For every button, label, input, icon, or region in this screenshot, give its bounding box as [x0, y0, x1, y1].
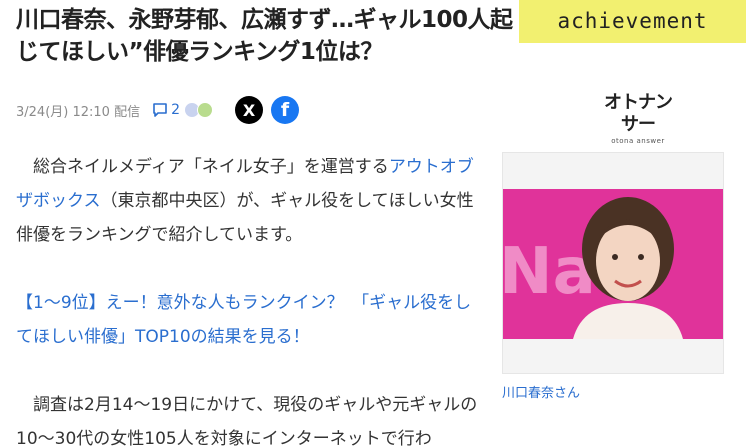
facebook-logo-icon: f: [280, 99, 290, 121]
share-facebook-button[interactable]: f: [271, 96, 299, 124]
publisher-logo-mark: オトナンサー: [604, 92, 673, 135]
publisher-logo[interactable]: オトナンサー otona answer: [602, 92, 674, 145]
comment-link[interactable]: 2: [152, 102, 180, 118]
headline-line-1: 川口春奈、永野芽郁、広瀬すず…ギャル100人起: [16, 7, 513, 33]
x-logo-icon: X: [242, 100, 256, 120]
share-x-button[interactable]: X: [235, 96, 263, 124]
achievement-badge: achievement: [519, 0, 746, 43]
article-headline: 川口春奈、永野芽郁、広瀬すず…ギャル100人起 じてほしい”俳優ランキング1位は…: [16, 4, 536, 68]
photo-caption: 川口春奈さん: [502, 386, 581, 401]
publish-date: 3/24(月) 12:10 配信: [16, 104, 141, 120]
publisher-logo-sub: otona answer: [611, 137, 665, 145]
comment-count: 2: [171, 102, 180, 118]
article-photo[interactable]: Na: [502, 152, 724, 374]
headline-line-2: じてほしい”俳優ランキング1位は？: [16, 39, 383, 65]
reaction-avatars: [184, 102, 213, 118]
article-body: 総合ネイルメディア「ネイル女子」を運営するアウトオブザボックス（東京都中央区）が…: [16, 150, 486, 448]
photo-backdrop-text: Na: [503, 235, 596, 309]
comment-icon: [153, 103, 167, 117]
lead-paragraph: 総合ネイルメディア「ネイル女子」を運営するアウトオブザボックス（東京都中央区）が…: [16, 157, 474, 245]
article-meta: 3/24(月) 12:10 配信 2 X f: [16, 96, 299, 124]
ranking-link[interactable]: 【1〜9位】えー！意外な人もランクイン？ 「ギャル役をしてほしい俳優」TOP10…: [16, 293, 471, 347]
survey-paragraph: 調査は2月14〜19日にかけて、現役のギャルや元ギャルの10〜30代の女性105…: [16, 395, 478, 448]
reaction-avatar: [197, 102, 213, 118]
